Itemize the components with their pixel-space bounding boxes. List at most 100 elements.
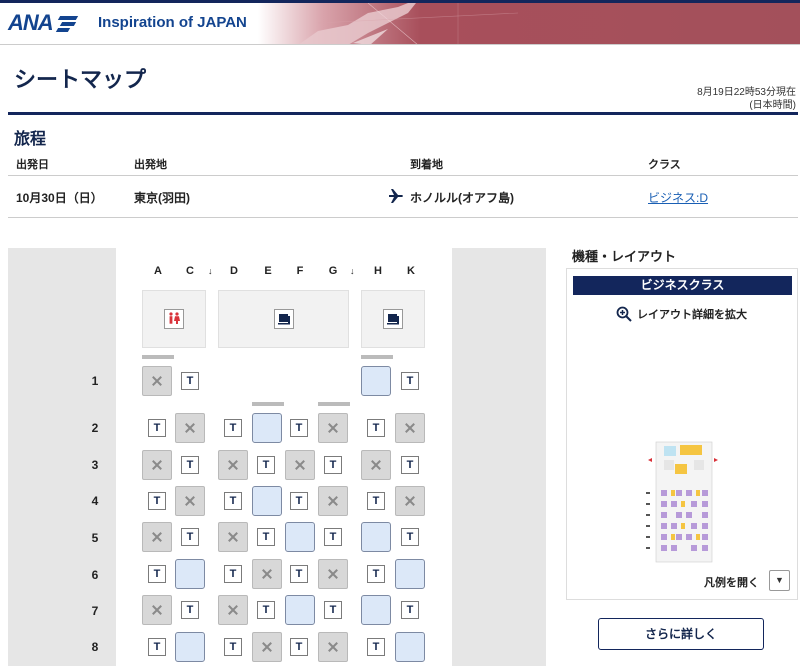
lavatory-icon — [164, 309, 184, 329]
row-number: 6 — [91, 568, 99, 582]
seat-badge: T — [257, 601, 275, 619]
ana-logo[interactable]: ANA — [8, 10, 81, 36]
seat-badge: T — [367, 419, 385, 437]
seat-available[interactable] — [395, 559, 425, 589]
seat-badge: T — [367, 565, 385, 583]
timestamp-date: 8月19日22時53分現在 — [697, 87, 796, 98]
seat-unavailable — [285, 450, 315, 480]
seat-badge: T — [181, 456, 199, 474]
seat-badge: T — [181, 372, 199, 390]
seat-unavailable — [218, 595, 248, 625]
bulkhead-bar — [252, 402, 284, 406]
seat-badge: T — [401, 601, 419, 619]
destination-city: ホノルル(オアフ島) — [410, 191, 514, 205]
seat-badge: T — [148, 419, 166, 437]
seat-badge: T — [148, 492, 166, 510]
seat-badge: T — [401, 372, 419, 390]
zoom-layout-link[interactable]: レイアウト詳細を拡大 — [616, 306, 747, 322]
column-label-h: H — [374, 265, 382, 277]
seat-available[interactable] — [395, 632, 425, 662]
seat-available[interactable] — [252, 486, 282, 516]
seat-unavailable — [361, 450, 391, 480]
itinerary-divider — [8, 175, 798, 176]
seat-available[interactable] — [361, 522, 391, 552]
seat-available[interactable] — [175, 559, 205, 589]
seat-badge: T — [324, 528, 342, 546]
seat-available[interactable] — [361, 595, 391, 625]
header-class: クラス — [648, 159, 681, 171]
seat-unavailable — [142, 450, 172, 480]
seat-badge: T — [257, 456, 275, 474]
seat-badge: T — [224, 638, 242, 656]
timestamp: 8月19日22時53分現在 (日本時間) — [697, 86, 796, 112]
seat-badge: T — [324, 601, 342, 619]
logo-text: ANA — [8, 10, 54, 35]
itinerary-bottom-divider — [8, 217, 798, 218]
header-origin: 出発地 — [134, 159, 167, 171]
seat-unavailable — [142, 366, 172, 396]
galley-area — [361, 290, 425, 348]
aircraft-layout-thumbnail[interactable] — [616, 436, 718, 566]
legend-toggle-label[interactable]: 凡例を開く — [704, 574, 759, 590]
bulkhead-bar — [361, 355, 393, 359]
seat-unavailable — [175, 413, 205, 443]
more-details-button[interactable]: さらに詳しく — [598, 618, 764, 650]
column-label-e: E — [264, 265, 272, 277]
seat-available[interactable] — [285, 595, 315, 625]
seat-map: A C ↓ D E F G ↓ H K 1 2 3 4 5 6 7 8 T T … — [8, 248, 546, 666]
departure-date: 10月30日（日） — [16, 191, 103, 205]
seat-badge: T — [224, 419, 242, 437]
seat-badge: T — [324, 456, 342, 474]
seat-unavailable — [318, 632, 348, 662]
aisle-arrow-icon: ↓ — [208, 266, 213, 276]
seat-unavailable — [395, 486, 425, 516]
seat-available[interactable] — [361, 366, 391, 396]
header-bottom-line — [0, 44, 800, 45]
class-banner: ビジネスクラス — [573, 276, 792, 295]
column-label-d: D — [230, 265, 238, 277]
seat-unavailable — [395, 413, 425, 443]
page-title: シートマップ — [14, 67, 147, 92]
seat-badge: T — [367, 638, 385, 656]
seat-available[interactable] — [252, 413, 282, 443]
row-number: 7 — [91, 604, 99, 618]
seat-unavailable — [252, 559, 282, 589]
seat-available[interactable] — [285, 522, 315, 552]
seat-unavailable — [318, 486, 348, 516]
seat-unavailable — [318, 559, 348, 589]
header-departure-date: 出発日 — [16, 159, 49, 171]
seat-available[interactable] — [175, 632, 205, 662]
header-destination: 到着地 — [410, 159, 443, 171]
bulkhead-bar — [142, 355, 174, 359]
class-link[interactable]: ビジネス:D — [648, 189, 708, 206]
seat-badge: T — [257, 528, 275, 546]
bulkhead-bar — [318, 402, 350, 406]
seat-badge: T — [224, 565, 242, 583]
row-number: 3 — [91, 458, 99, 472]
row-number: 2 — [91, 421, 99, 435]
logo-mark-icon — [55, 14, 81, 32]
seat-badge: T — [181, 528, 199, 546]
zoom-in-icon — [616, 306, 632, 322]
zoom-link-label: レイアウト詳細を拡大 — [637, 309, 747, 321]
title-divider — [8, 112, 798, 115]
seat-badge: T — [290, 492, 308, 510]
galley-area — [218, 290, 349, 348]
japan-map-banner — [258, 3, 800, 45]
seat-badge: T — [290, 565, 308, 583]
seat-unavailable — [142, 522, 172, 552]
column-label-c: C — [186, 265, 194, 277]
airplane-icon — [389, 189, 403, 203]
seat-badge: T — [290, 638, 308, 656]
seat-unavailable — [175, 486, 205, 516]
galley-icon — [274, 309, 294, 329]
seat-unavailable — [218, 450, 248, 480]
lavatory-area — [142, 290, 206, 348]
itinerary-title: 旅程 — [14, 131, 47, 148]
seat-badge: T — [290, 419, 308, 437]
site-header: ANA Inspiration of JAPAN — [0, 0, 800, 45]
seat-badge: T — [148, 565, 166, 583]
seat-unavailable — [252, 632, 282, 662]
chevron-down-icon[interactable]: ▼ — [769, 570, 790, 591]
seat-unavailable — [142, 595, 172, 625]
